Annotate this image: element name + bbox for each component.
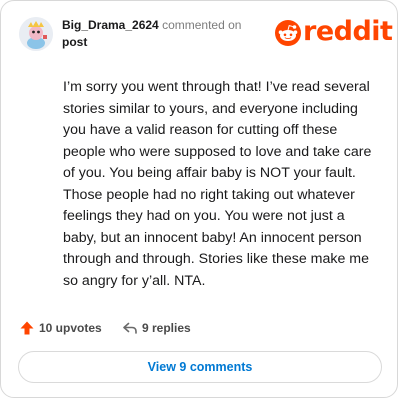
comment-header: Big_Drama_2624 commented on post (19, 17, 259, 53)
reply-count: 9 replies (142, 321, 191, 335)
post-link[interactable]: post (62, 35, 87, 49)
upvote-count: 10 upvotes (39, 321, 102, 335)
username[interactable]: Big_Drama_2624 (62, 18, 159, 32)
reddit-logo: reddit (275, 16, 393, 49)
reply-icon (123, 322, 137, 334)
comment-card: Big_Drama_2624 commented on post reddit … (0, 0, 398, 398)
upvote-arrow-icon (20, 321, 34, 335)
comment-stats: 10 upvotes 9 replies (19, 318, 319, 338)
avatar-icon (19, 17, 53, 51)
replies-stat[interactable]: 9 replies (122, 318, 191, 338)
action-text: commented on (162, 18, 242, 32)
upvote-stat[interactable]: 10 upvotes (19, 318, 102, 338)
view-comments-button[interactable]: View 9 comments (18, 351, 382, 383)
reddit-alien-icon (275, 20, 301, 46)
comment-meta: Big_Drama_2624 commented on post (62, 17, 262, 51)
reddit-wordmark: reddit (303, 16, 393, 47)
comment-body: I’m sorry you went through that! I’ve re… (63, 79, 372, 289)
avatar[interactable] (19, 17, 53, 51)
